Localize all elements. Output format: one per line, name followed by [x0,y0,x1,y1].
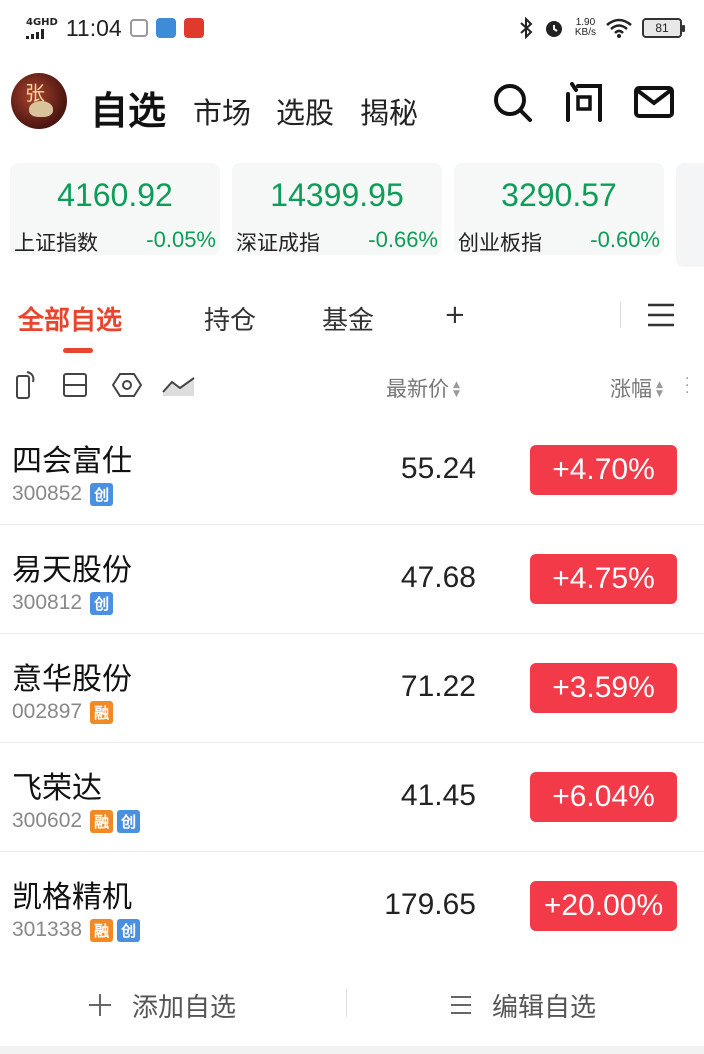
index-card-chinext[interactable]: 3290.57 创业板指 -0.60% [454,163,664,255]
chinext-tag: 创 [90,482,114,506]
stock-code: 300602 [12,809,83,832]
list-column-header: 最新价 ▲ ▼ 涨幅 ▲ ▼ · · · [0,368,704,408]
stock-code: 300852 [12,482,83,505]
app-icon [155,18,176,38]
stock-price: 71.22 [400,670,476,703]
stock-name: 四会富仕 [12,444,132,479]
status-bar: 4GHD 11:04 1.90 KB/s 81 [0,0,704,56]
edit-watchlist-label: 编辑自选 [492,992,597,1023]
bluetooth-icon [520,17,533,39]
tab-reveal[interactable]: 揭秘 [360,90,418,132]
index-card-shenzhen[interactable]: 14399.95 深证成指 -0.66% [232,163,442,255]
notification-icon [183,18,204,38]
index-value: 14399.95 [270,177,404,213]
tab-watchlist[interactable]: 自选 [90,80,166,135]
sort-icon: ▲ ▼ [453,380,460,399]
stock-price: 47.68 [400,561,476,594]
sort-price-button[interactable]: 最新价 ▲ ▼ [386,373,460,403]
sort-icon: ▲ ▼ [656,380,663,399]
tab-holdings[interactable]: 持仓 [204,300,256,337]
margin-tag: 融 [90,809,114,833]
index-value: 3290.57 [501,177,617,213]
index-change: -0.66% [368,227,438,252]
alarm-icon [545,21,562,37]
watchlist-footer: 添加自选 编辑自选 [0,975,704,1035]
stock-code: 300812 [12,591,83,614]
stock-price: 55.24 [400,452,476,485]
app-header: 张 自选 市场 选股 揭秘 [0,70,704,138]
index-cards: 4160.92 上证指数 -0.05% 14399.95 深证成指 -0.66%… [10,163,664,255]
stock-price: 179.65 [384,888,476,921]
menu-icon[interactable] [646,302,676,328]
add-watchlist-button[interactable]: 添加自选 [88,975,236,1035]
price-column-label: 最新价 [386,377,449,401]
sort-change-button[interactable]: 涨幅 ▲ ▼ [610,373,663,403]
edit-watchlist-button[interactable]: 编辑自选 [450,975,596,1035]
stock-row[interactable]: 易天股份 300812 创 47.68 +4.75% [0,525,704,634]
tab-stock-picker[interactable]: 选股 [276,90,334,132]
index-value: 4160.92 [57,177,173,213]
stock-code: 301338 [12,918,83,941]
stock-row[interactable]: 意华股份 002897 融 71.22 +3.59% [0,634,704,743]
stock-row[interactable]: 飞荣达 300602 融 创 41.45 +6.04% [0,743,704,852]
avatar[interactable]: 张 [11,73,67,129]
list-icon [451,996,471,1014]
network-type: 4GHD [26,16,58,28]
add-watchlist-label: 添加自选 [132,992,237,1023]
margin-tag: 融 [90,918,114,942]
chinext-tag: 创 [90,591,114,615]
stock-row[interactable]: 四会富仕 300852 创 55.24 +4.70% [0,416,704,525]
index-name: 深证成指 [236,231,320,255]
screenshot-icon [129,19,148,37]
wifi-icon [606,18,632,38]
stock-name: 飞荣达 [12,771,102,806]
tab-all-watchlist[interactable]: 全部自选 [18,300,122,337]
layout-icon[interactable] [60,370,90,400]
active-tab-indicator [63,348,93,353]
index-name: 创业板指 [458,231,542,255]
hexagon-icon[interactable] [112,370,142,400]
mail-icon[interactable] [632,80,676,124]
chinext-tag: 创 [117,809,141,833]
add-group-button[interactable]: + [444,300,466,330]
plus-icon [89,994,111,1016]
battery-level: 81 [655,21,669,35]
search-icon[interactable] [490,80,534,124]
change-badge[interactable]: +4.70% [530,445,677,495]
stock-price: 41.45 [400,779,476,812]
change-column-label: 涨幅 [610,377,652,401]
clock: 11:04 [65,14,122,41]
index-change: -0.60% [590,227,660,252]
ask-icon[interactable] [562,80,606,124]
tab-market[interactable]: 市场 [193,90,251,132]
stock-code: 002897 [12,700,83,723]
stock-name: 凯格精机 [12,880,132,915]
phone-sync-icon[interactable] [10,370,40,400]
signal-icon: 4GHD [26,16,58,39]
stock-name: 意华股份 [12,662,132,697]
bottom-separator [0,1046,704,1054]
stock-row[interactable]: 凯格精机 301338 融 创 179.65 +20.00% [0,852,704,961]
trend-chart-icon[interactable] [162,370,196,400]
watchlist-tabs: 全部自选 持仓 基金 + [0,296,704,356]
battery-icon: 81 [642,18,685,38]
index-card-more[interactable] [676,163,704,267]
more-options-icon[interactable]: · · · [685,372,689,400]
watchlist: 四会富仕 300852 创 55.24 +4.70% 易天股份 300812 创… [0,416,704,961]
stock-name: 易天股份 [12,553,132,588]
margin-tag: 融 [90,700,114,724]
index-change: -0.05% [146,227,216,252]
index-name: 上证指数 [14,231,98,255]
index-card-shanghai[interactable]: 4160.92 上证指数 -0.05% [10,163,220,255]
tab-funds[interactable]: 基金 [322,300,374,337]
speed-unit: KB/s [574,27,596,38]
chinext-tag: 创 [117,918,141,942]
footer-divider [346,989,347,1017]
change-badge[interactable]: +4.75% [530,554,677,604]
change-badge[interactable]: +20.00% [530,881,677,931]
change-badge[interactable]: +6.04% [530,772,677,822]
tab-divider [620,302,621,328]
network-speed: 1.90 KB/s [575,18,596,38]
change-badge[interactable]: +3.59% [530,663,677,713]
